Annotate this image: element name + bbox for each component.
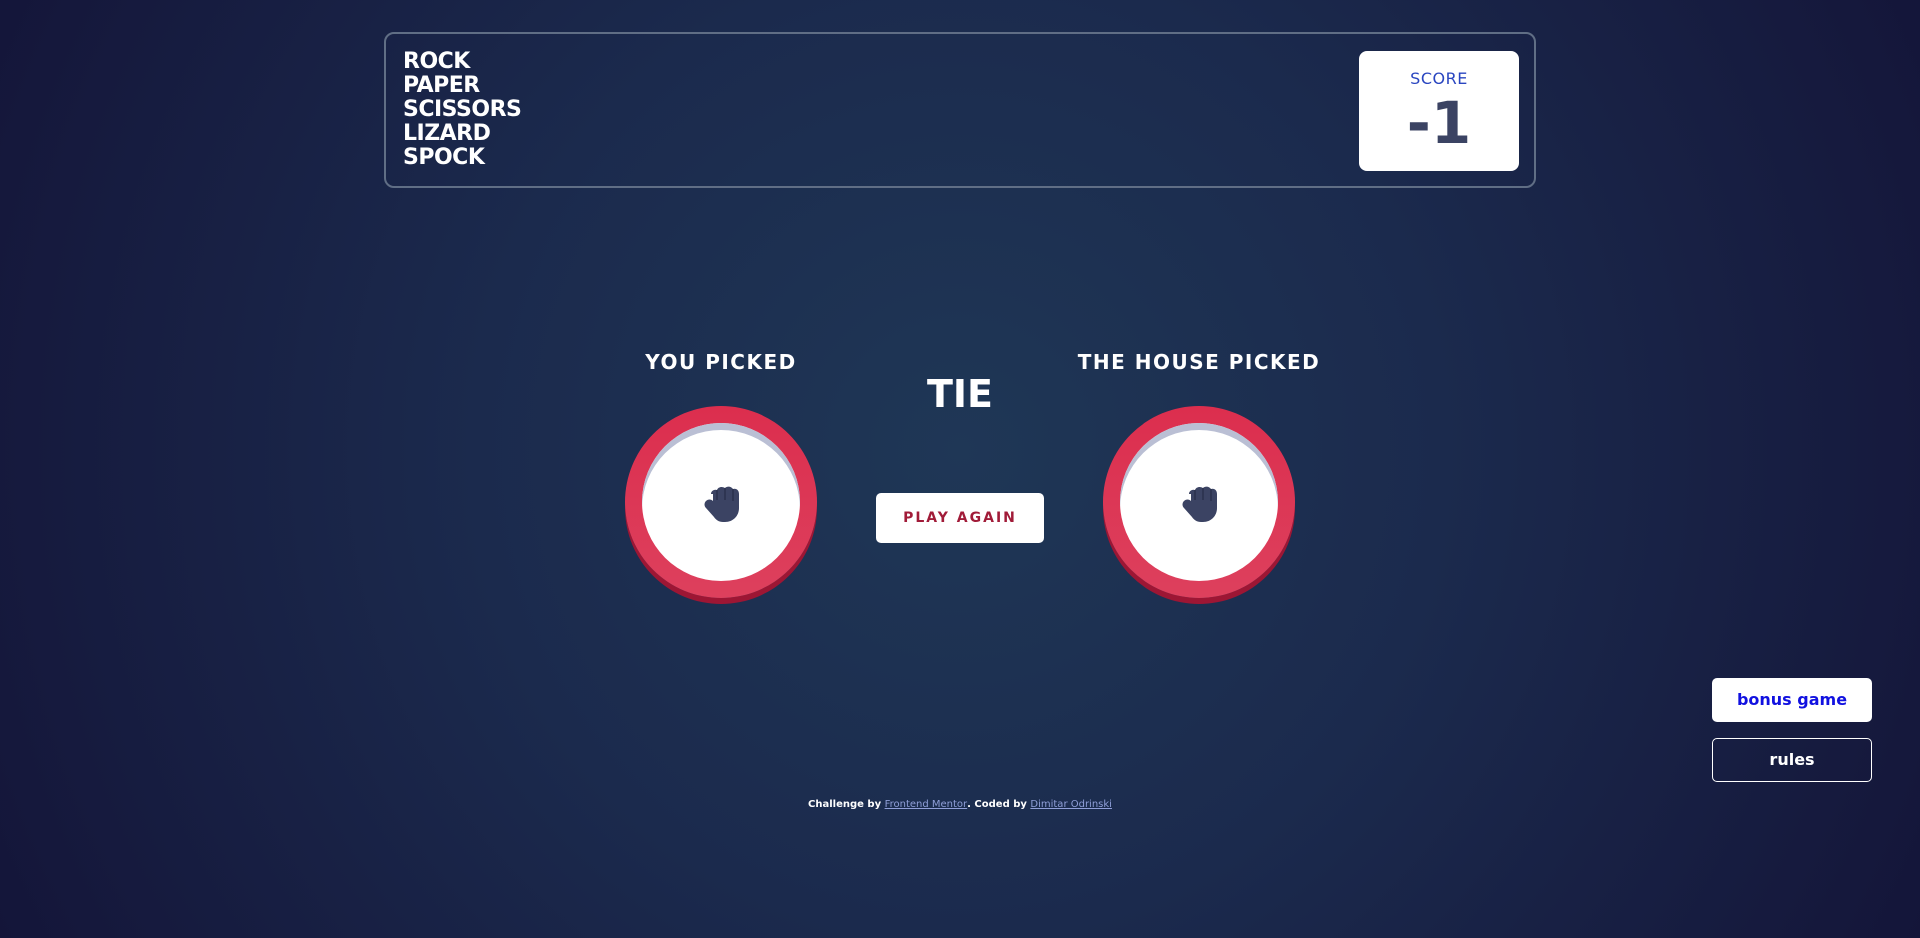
challenge-prefix: Challenge by xyxy=(808,799,882,810)
rock-icon xyxy=(704,486,739,522)
title-line-rock: ROCK xyxy=(403,49,470,74)
house-pick-token xyxy=(1103,406,1295,602)
play-again-button[interactable]: PLAY AGAIN xyxy=(876,493,1044,543)
player-pick-token xyxy=(625,406,817,602)
score-label: SCORE xyxy=(1410,69,1468,88)
house-picked-label: THE HOUSE PICKED xyxy=(1077,350,1321,374)
token-face xyxy=(642,423,800,581)
attribution-footer: Challenge by Frontend Mentor. Coded by D… xyxy=(660,798,1260,812)
rock-icon xyxy=(1182,486,1217,522)
you-picked-label: YOU PICKED xyxy=(645,350,797,374)
title-line-paper: PAPER xyxy=(403,73,480,98)
title-line-spock: SPOCK xyxy=(403,145,485,170)
frontend-mentor-link[interactable]: Frontend Mentor xyxy=(885,799,968,810)
result-text: TIE xyxy=(926,372,994,416)
score-box: SCORE -1 xyxy=(1359,51,1519,171)
score-value: -1 xyxy=(1406,89,1472,157)
author-link[interactable]: Dimitar Odrinski xyxy=(1030,799,1112,810)
game-title: ROCK PAPER SCISSORS LIZARD SPOCK xyxy=(403,49,522,170)
title-line-lizard: LIZARD xyxy=(403,121,491,146)
title-line-scissors: SCISSORS xyxy=(403,97,522,122)
coded-prefix: . Coded by xyxy=(967,799,1027,810)
header: ROCK PAPER SCISSORS LIZARD SPOCK SCORE -… xyxy=(384,32,1536,188)
token-face xyxy=(1120,423,1278,581)
rules-button[interactable]: rules xyxy=(1712,738,1872,782)
bonus-game-button[interactable]: bonus game xyxy=(1712,678,1872,722)
